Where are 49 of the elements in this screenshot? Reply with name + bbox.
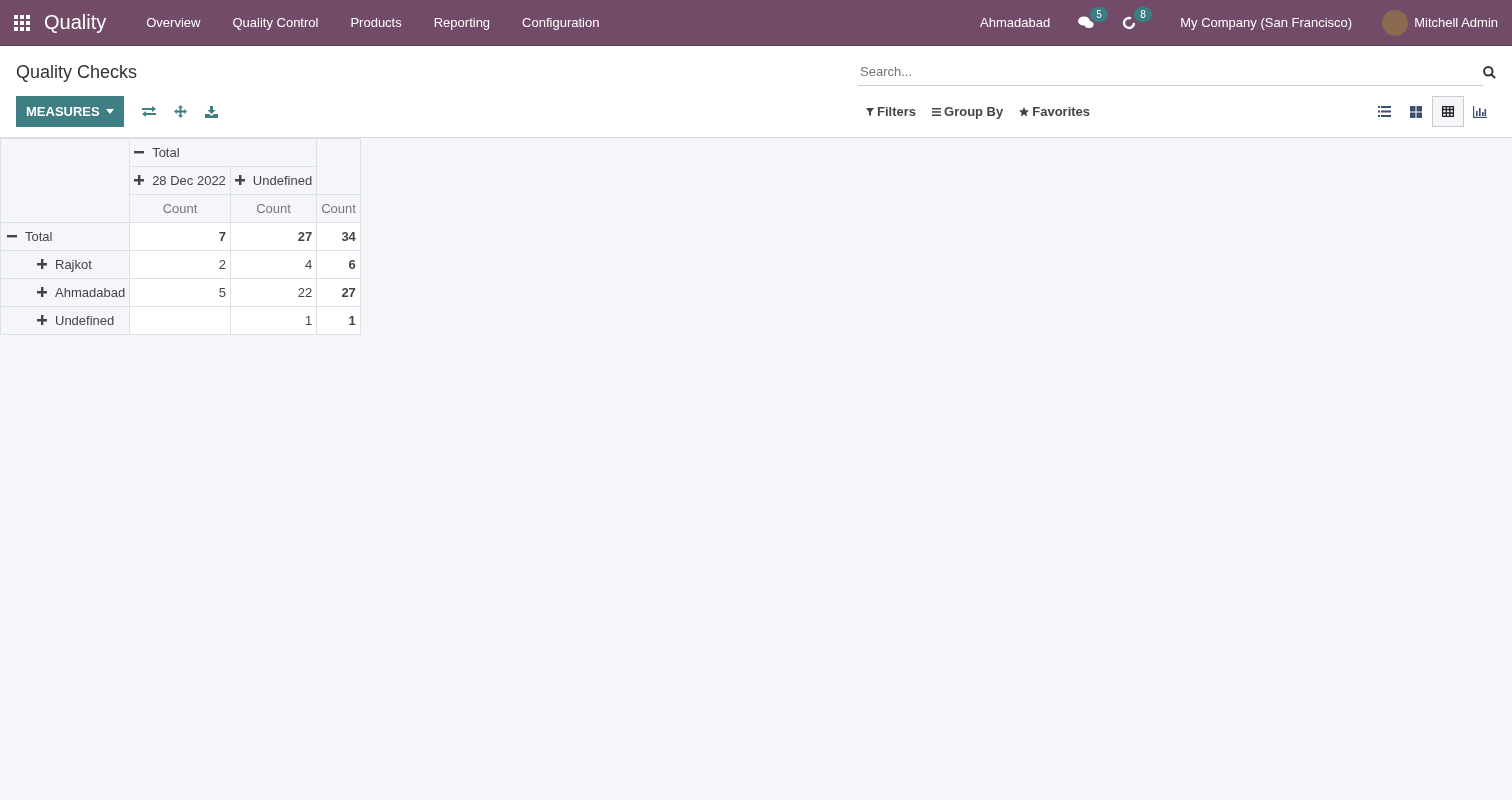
search-option-button[interactable]: Filters: [858, 104, 924, 119]
row-header[interactable]: Rajkot: [0, 250, 130, 279]
view-switch-button[interactable]: [1432, 96, 1464, 127]
chat-icon[interactable]: [1078, 16, 1095, 29]
column-header[interactable]: Undefined: [230, 166, 317, 195]
company-switcher[interactable]: My Company (San Francisco): [1150, 15, 1383, 30]
list-icon: [1377, 106, 1391, 117]
search-option-button[interactable]: Favorites: [1011, 104, 1099, 119]
table-cell: 27: [230, 222, 317, 251]
app-title[interactable]: Quality: [44, 11, 107, 34]
row-header[interactable]: Total: [0, 222, 130, 251]
table-icon: [1442, 106, 1454, 117]
swap-arrows-icon[interactable]: [141, 106, 156, 117]
table-cell: 22: [230, 278, 317, 307]
nav-menu-item[interactable]: Products: [334, 15, 418, 30]
star-icon: [1019, 106, 1030, 117]
page-title: Quality Checks: [16, 61, 139, 83]
grid-icon: [1410, 105, 1422, 118]
measures-button[interactable]: MEASURES: [16, 96, 124, 127]
download-icon[interactable]: [204, 105, 218, 118]
caret-icon: [105, 109, 114, 114]
clock-icon[interactable]: [1122, 15, 1137, 30]
count-badge: 8: [1134, 6, 1152, 22]
nav-menu-item[interactable]: Configuration: [506, 15, 616, 30]
table-cell: 1: [230, 306, 317, 335]
search-field[interactable]: Search...: [858, 58, 1483, 86]
table-cell: 5: [129, 278, 231, 307]
apps-grid-icon[interactable]: [14, 14, 30, 31]
table-cell: 2: [129, 250, 231, 279]
column-header[interactable]: Total: [129, 138, 317, 167]
branch-switcher[interactable]: Ahmadabad: [966, 15, 1065, 30]
nav-menu-item[interactable]: Reporting: [417, 15, 507, 30]
lines-icon: [932, 107, 941, 116]
search-option-button[interactable]: Group By: [924, 104, 1012, 119]
user-name[interactable]: Mitchell Admin: [1414, 15, 1498, 30]
move-arrows-icon[interactable]: [173, 105, 187, 118]
search-icon[interactable]: [1483, 65, 1496, 79]
row-header[interactable]: Ahmadabad: [0, 278, 130, 307]
column-header[interactable]: 28 Dec 2022: [129, 166, 231, 195]
bar-chart-icon: [1473, 105, 1487, 118]
table-cell: 4: [230, 250, 317, 279]
nav-menu-item[interactable]: Quality Control: [216, 15, 335, 30]
filter-icon: [866, 107, 874, 116]
table-cell: 7: [129, 222, 231, 251]
measure-header[interactable]: Count: [230, 194, 317, 223]
nav-menu-item[interactable]: Overview: [130, 15, 217, 30]
measure-header[interactable]: Count: [129, 194, 231, 223]
count-badge: 5: [1090, 7, 1108, 22]
row-header[interactable]: Undefined: [0, 306, 130, 335]
